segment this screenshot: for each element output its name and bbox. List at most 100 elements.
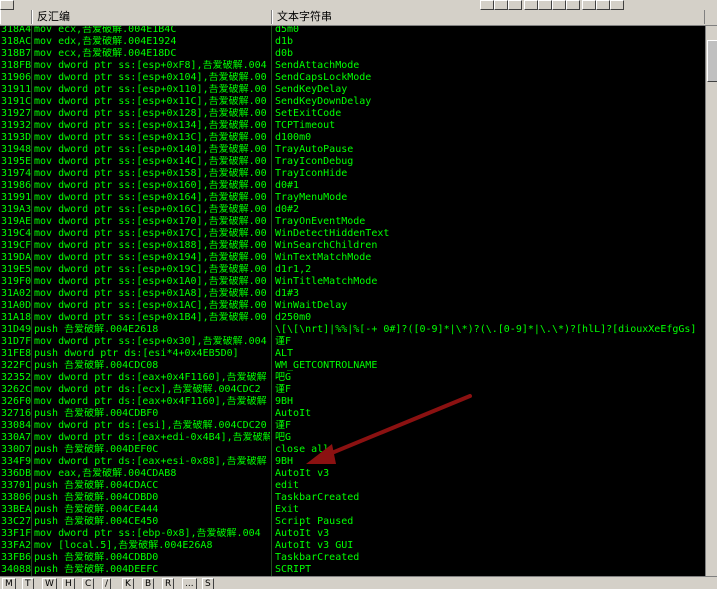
bottom-tab[interactable]: H (62, 578, 75, 589)
toolbar-button-icon[interactable] (552, 0, 566, 10)
listing-row[interactable]: 330A7 mov dword ptr ds:[eax+edi-0x4B4],吾爱… (0, 432, 717, 444)
listing-row[interactable]: 31D49 push 吾爱破解.004E2618 \[\[\nrt]|%%|%[-+… (0, 324, 717, 336)
listing-row[interactable]: 31986 mov dword ptr ss:[esp+0x160],吾爱破解.0… (0, 180, 717, 192)
row-string: WinTitleMatchMode (275, 276, 378, 287)
listing-row[interactable]: 318A4 mov ecx,吾爱破解.004E1B4C d5m0 (0, 26, 717, 36)
listing-row[interactable]: 33FA2 mov [local.5],吾爱破解.004E26A8 AutoIt v… (0, 540, 717, 552)
listing-row[interactable]: 33084 mov dword ptr ds:[esi],吾爱破解.004CDC2… (0, 420, 717, 432)
listing-row[interactable]: 3262C mov dword ptr ds:[ecx],吾爱破解.004CDC2… (0, 384, 717, 396)
row-address: 318FB (1, 60, 31, 71)
header-disassembly[interactable]: 反汇编 (32, 10, 272, 24)
toolbar-button-icon[interactable] (566, 0, 580, 10)
listing-row[interactable]: 31911 mov dword ptr ss:[esp+0x110],吾爱破解.0… (0, 84, 717, 96)
row-disassembly: mov dword ptr ss:[esp+0x160],吾爱破解.00 (34, 180, 267, 191)
listing-row[interactable]: 33C27 push 吾爱破解.004CE450 Script Paused (0, 516, 717, 528)
toolbar-button-icon[interactable] (524, 0, 538, 10)
vertical-scrollbar[interactable] (705, 26, 717, 576)
row-address: 31986 (1, 180, 31, 191)
row-disassembly: mov dword ptr ss:[esp+0x128],吾爱破解.00 (34, 108, 267, 119)
listing-row[interactable]: 318B7 mov ecx,吾爱破解.004E18DC d0b (0, 48, 717, 60)
listing-row[interactable]: 326F0 mov dword ptr ds:[eax+0x4F1160],吾爱破… (0, 396, 717, 408)
listing-row[interactable]: 34088 push 吾爱破解.004DEEFC SCRIPT (0, 564, 717, 576)
toolbar-button-icon[interactable] (508, 0, 522, 10)
bottom-tab[interactable]: T (22, 578, 34, 589)
listing-row[interactable]: 31D7F mov dword ptr ss:[esp+0x30],吾爱破解.00… (0, 336, 717, 348)
row-disassembly: mov dword ptr ds:[ecx],吾爱破解.004CDC2 (34, 384, 261, 395)
bottom-tab[interactable]: / (102, 578, 112, 589)
listing-row[interactable]: 3193D mov dword ptr ss:[esp+0x13C],吾爱破解.0… (0, 132, 717, 144)
row-address: 31948 (1, 144, 31, 155)
listing-row[interactable]: 319DA mov dword ptr ss:[esp+0x194],吾爱破解.0… (0, 252, 717, 264)
listing-row[interactable]: 31FE8 push dword ptr ds:[esi*4+0x4EB5D0] A… (0, 348, 717, 360)
row-disassembly: mov dword ptr ss:[esp+0x16C],吾爱破解.00 (34, 204, 267, 215)
toolbar-button-icon[interactable] (494, 0, 508, 10)
listing-row[interactable]: 319C4 mov dword ptr ss:[esp+0x17C],吾爱破解.0… (0, 228, 717, 240)
listing-row[interactable]: 31A0D mov dword ptr ss:[esp+0x1AC],吾爱破解.0… (0, 300, 717, 312)
string-references-listing[interactable]: 318A4 mov ecx,吾爱破解.004E1B4C d5m0 318AC mov e… (0, 26, 717, 576)
row-address: 318AC (1, 36, 31, 47)
row-disassembly: mov dword ptr ss:[esp+0x134],吾爱破解.00 (34, 120, 267, 131)
listing-row[interactable]: 33FB6 push 吾爱破解.004CDBD0 TaskbarCreated (0, 552, 717, 564)
listing-row[interactable]: 33BEA push 吾爱破解.004CE444 Exit (0, 504, 717, 516)
toolbar-button-icon[interactable] (610, 0, 624, 10)
listing-row[interactable]: 31927 mov dword ptr ss:[esp+0x128],吾爱破解.0… (0, 108, 717, 120)
listing-row[interactable]: 319E5 mov dword ptr ss:[esp+0x19C],吾爱破解.0… (0, 264, 717, 276)
listing-row[interactable]: 31A02 mov dword ptr ss:[esp+0x1A8],吾爱破解.0… (0, 288, 717, 300)
row-disassembly: push 吾爱破解.004E2618 (34, 324, 159, 335)
listing-row[interactable]: 33701 push 吾爱破解.004CDACC edit (0, 480, 717, 492)
listing-row[interactable]: 31948 mov dword ptr ss:[esp+0x140],吾爱破解.0… (0, 144, 717, 156)
row-address: 31991 (1, 192, 31, 203)
listing-row[interactable]: 3195E mov dword ptr ss:[esp+0x14C],吾爱破解.0… (0, 156, 717, 168)
bottom-tab[interactable]: C (82, 578, 95, 589)
listing-row[interactable]: 319F0 mov dword ptr ss:[esp+0x1A0],吾爱破解.0… (0, 276, 717, 288)
listing-row[interactable]: 319A3 mov dword ptr ss:[esp+0x16C],吾爱破解.0… (0, 204, 717, 216)
listing-row[interactable]: 318FB mov dword ptr ss:[esp+0xF8],吾爱破解.00… (0, 60, 717, 72)
bottom-tab[interactable]: R (162, 578, 175, 589)
listing-row[interactable]: 322FC push 吾爱破解.004CDC08 WM_GETCONTROLNAME (0, 360, 717, 372)
header-text-string[interactable]: 文本字符串 (272, 10, 705, 24)
bottom-tab[interactable]: M (2, 578, 16, 589)
toolbar-button-icon[interactable] (538, 0, 552, 10)
row-disassembly: mov dword ptr ss:[esp+0x140],吾爱破解.00 (34, 144, 267, 155)
row-address: 31A18 (1, 312, 31, 323)
row-disassembly: mov dword ptr ss:[esp+0x188],吾爱破解.00 (34, 240, 267, 251)
row-disassembly: mov dword ptr ss:[esp+0x164],吾爱破解.00 (34, 192, 267, 203)
bottom-tab[interactable]: W (42, 578, 57, 589)
row-address: 3195E (1, 156, 31, 167)
row-string: 吧G (275, 432, 292, 443)
row-string: 吧G (275, 372, 292, 383)
toolbar-button-icon[interactable] (480, 0, 494, 10)
bottom-tab[interactable]: K (122, 578, 134, 589)
row-disassembly: mov dword ptr ss:[esp+0x1A0],吾爱破解.00 (34, 276, 267, 287)
listing-row[interactable]: 33F1F mov dword ptr ss:[ebp-0x8],吾爱破解.004… (0, 528, 717, 540)
listing-row[interactable]: 318AC mov edx,吾爱破解.004E1924 d1b (0, 36, 717, 48)
listing-row[interactable]: 334F9 mov dword ptr ds:[eax+esi-0x88],吾爱破… (0, 456, 717, 468)
listing-row[interactable]: 336DB mov eax,吾爱破解.004CDAB8 AutoIt v3 (0, 468, 717, 480)
row-disassembly: mov dword ptr ss:[esp+0x1B4],吾爱破解.00 (34, 312, 267, 323)
listing-row[interactable]: 31A18 mov dword ptr ss:[esp+0x1B4],吾爱破解.0… (0, 312, 717, 324)
listing-row[interactable]: 3191C mov dword ptr ss:[esp+0x11C],吾爱破解.0… (0, 96, 717, 108)
row-string: SendCapsLockMode (275, 72, 372, 83)
listing-row[interactable]: 33806 push 吾爱破解.004CDBD0 TaskbarCreated (0, 492, 717, 504)
bottom-tab[interactable]: S (202, 578, 214, 589)
bottom-tab[interactable]: ... (182, 578, 197, 589)
toolbar-button-icon[interactable] (582, 0, 596, 10)
listing-row[interactable]: 31932 mov dword ptr ss:[esp+0x134],吾爱破解.0… (0, 120, 717, 132)
listing-row[interactable]: 32716 push 吾爱破解.004CDBF0 AutoIt (0, 408, 717, 420)
listing-row[interactable]: 31974 mov dword ptr ss:[esp+0x158],吾爱破解.0… (0, 168, 717, 180)
toolbar-button-icon[interactable] (0, 0, 14, 10)
listing-row[interactable]: 330D7 push 吾爱破解.004DEF0C close all (0, 444, 717, 456)
listing-row[interactable]: 31991 mov dword ptr ss:[esp+0x164],吾爱破解.0… (0, 192, 717, 204)
toolbar-button-icon[interactable] (596, 0, 610, 10)
listing-row[interactable]: 32352 mov dword ptr ds:[eax+0x4F1160],吾爱破… (0, 372, 717, 384)
row-address: 319DA (1, 252, 31, 263)
listing-row[interactable]: 319AE mov dword ptr ss:[esp+0x170],吾爱破解.0… (0, 216, 717, 228)
bottom-tab[interactable]: B (142, 578, 155, 589)
header-address[interactable] (0, 10, 32, 24)
row-string: TrayMenuMode (275, 192, 348, 203)
scrollbar-thumb-icon[interactable] (707, 40, 717, 82)
listing-row[interactable]: 31906 mov dword ptr ss:[esp+0x104],吾爱破解.0… (0, 72, 717, 84)
listing-row[interactable]: 319CF mov dword ptr ss:[esp+0x188],吾爱破解.0… (0, 240, 717, 252)
row-disassembly: mov ecx,吾爱破解.004E18DC (34, 48, 177, 59)
row-address: 318B7 (1, 48, 31, 59)
